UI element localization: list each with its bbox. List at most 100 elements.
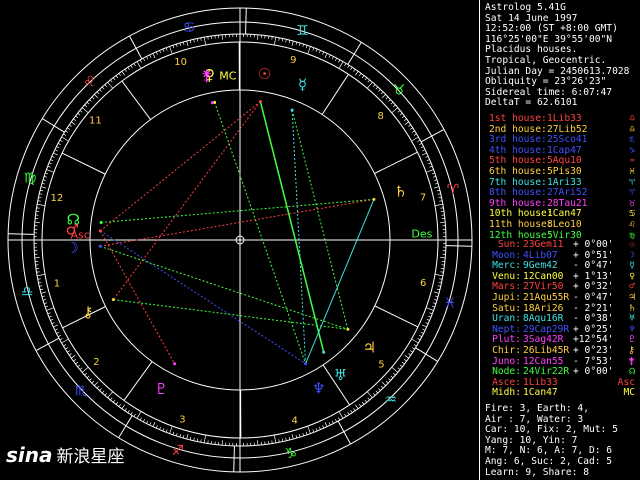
degree-tick bbox=[42, 179, 46, 181]
degree-tick bbox=[422, 152, 427, 156]
degree-tick bbox=[295, 41, 298, 45]
degree-tick bbox=[75, 115, 79, 119]
degree-tick bbox=[165, 429, 168, 433]
degree-tick bbox=[67, 350, 70, 353]
degree-tick bbox=[99, 89, 102, 92]
degree-tick bbox=[431, 172, 435, 175]
house-cusp-line bbox=[123, 361, 153, 401]
planet-rate: + 0°23' bbox=[573, 344, 614, 356]
degree-tick bbox=[112, 77, 116, 81]
degree-tick bbox=[67, 127, 70, 130]
degree-tick bbox=[182, 435, 185, 439]
degree-tick bbox=[436, 189, 440, 192]
degree-tick bbox=[182, 41, 185, 45]
degree-tick bbox=[89, 378, 92, 381]
degree-tick bbox=[324, 422, 328, 427]
degree-tick bbox=[285, 437, 287, 441]
degree-tick bbox=[385, 96, 389, 100]
planet-position: 23Gem11 bbox=[523, 239, 564, 250]
degree-tick bbox=[37, 274, 46, 277]
degree-tick bbox=[77, 112, 81, 116]
degree-tick bbox=[318, 50, 321, 54]
planet-position: 21Aqu55R bbox=[523, 291, 570, 303]
degree-tick bbox=[331, 56, 334, 60]
degree-tick bbox=[411, 347, 415, 350]
aspect-line bbox=[99, 245, 348, 330]
degree-tick bbox=[115, 75, 119, 79]
degree-tick bbox=[274, 434, 277, 443]
degree-tick bbox=[162, 48, 165, 52]
degree-tick bbox=[281, 38, 284, 42]
sign-boundary bbox=[445, 245, 472, 247]
planet-icon: ⚷ bbox=[82, 303, 93, 321]
degree-tick bbox=[86, 101, 90, 105]
house-number: 10 bbox=[174, 57, 187, 68]
degree-tick bbox=[338, 411, 344, 419]
program-version: Astrolog 5.41G bbox=[485, 2, 566, 13]
degree-tick bbox=[61, 136, 69, 142]
planet-marker bbox=[210, 101, 214, 105]
degree-tick bbox=[136, 411, 142, 419]
degree-tick bbox=[364, 77, 368, 81]
degree-tick bbox=[65, 347, 69, 350]
degree-tick bbox=[45, 305, 49, 308]
degree-tick bbox=[139, 417, 142, 421]
degree-tick bbox=[47, 165, 51, 168]
sign-icon: ♑ bbox=[285, 446, 298, 462]
degree-tick bbox=[438, 196, 442, 199]
degree-tick bbox=[302, 432, 304, 437]
house-number: 12 bbox=[50, 193, 63, 204]
degree-tick bbox=[344, 63, 347, 67]
degree-tick bbox=[432, 302, 437, 304]
degree-tick bbox=[391, 107, 399, 113]
house-number: 5 bbox=[378, 359, 384, 370]
degree-tick bbox=[411, 130, 415, 133]
degree-tick bbox=[43, 176, 48, 178]
degree-tick bbox=[288, 40, 291, 44]
degree-tick bbox=[411, 136, 419, 142]
degree-tick bbox=[436, 288, 440, 291]
house-label: 4th house: bbox=[489, 144, 547, 156]
degree-tick bbox=[41, 295, 45, 298]
midheaven-label: MC bbox=[219, 69, 236, 82]
degree-tick bbox=[127, 410, 130, 413]
degree-tick bbox=[152, 422, 156, 427]
degree-tick bbox=[401, 361, 405, 365]
zodiac-mode: Tropical, Geocentric. bbox=[485, 54, 607, 66]
descendant-label: Des bbox=[411, 227, 432, 240]
degree-tick bbox=[302, 43, 304, 48]
degree-tick bbox=[54, 328, 58, 331]
house-cusp-line bbox=[121, 80, 151, 120]
house-number: 4 bbox=[292, 415, 298, 426]
degree-tick bbox=[408, 124, 411, 127]
degree-tick bbox=[200, 37, 202, 41]
degree-tick bbox=[367, 397, 370, 401]
degree-tick bbox=[115, 401, 119, 405]
degree-tick bbox=[291, 434, 294, 440]
degree-tick bbox=[413, 344, 417, 347]
degree-tick bbox=[41, 182, 45, 185]
degree-tick bbox=[338, 417, 341, 421]
degree-tick bbox=[305, 45, 308, 49]
degree-tick bbox=[324, 53, 328, 58]
degree-tick bbox=[124, 408, 127, 411]
degree-tick bbox=[425, 169, 434, 173]
sina-logo-text: 新浪星座 bbox=[56, 447, 125, 467]
degree-tick bbox=[155, 51, 158, 55]
degree-tick bbox=[397, 367, 401, 370]
sina-logo: sina bbox=[6, 443, 53, 467]
degree-tick bbox=[40, 288, 44, 291]
degree-tick bbox=[372, 392, 376, 396]
degree-tick bbox=[404, 355, 409, 359]
degree-tick bbox=[425, 307, 434, 311]
degree-tick bbox=[172, 431, 175, 435]
aspect-line bbox=[113, 299, 348, 330]
degree-tick bbox=[399, 112, 403, 116]
degree-tick bbox=[397, 110, 401, 113]
degree-tick bbox=[84, 104, 88, 108]
aspect-line bbox=[100, 198, 375, 247]
degree-tick bbox=[203, 37, 206, 46]
degree-tick bbox=[54, 149, 58, 152]
degree-tick bbox=[37, 278, 41, 280]
degree-tick bbox=[381, 94, 386, 99]
